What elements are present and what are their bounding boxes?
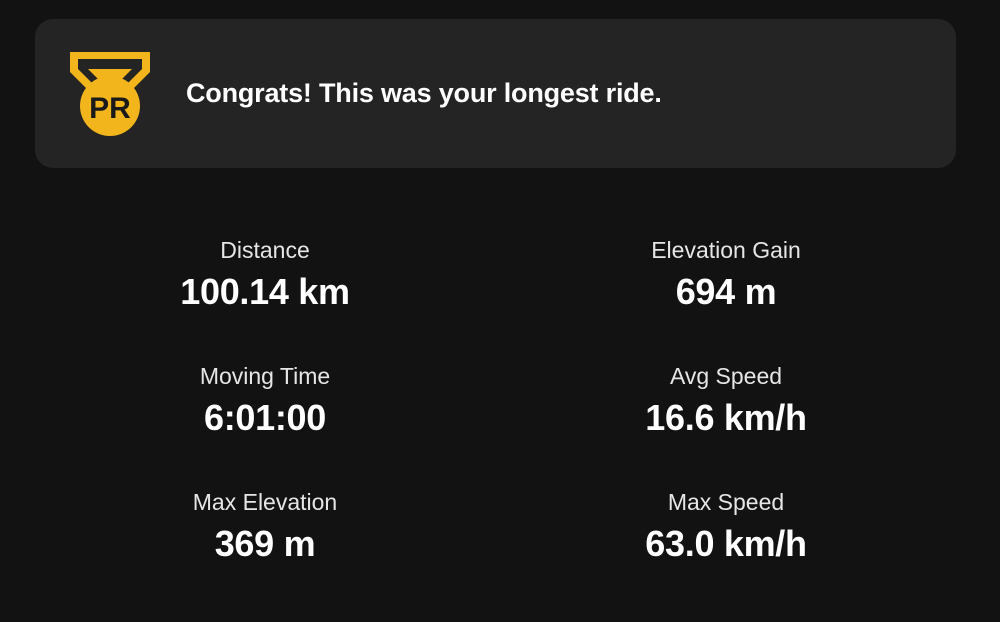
banner-message: Congrats! This was your longest ride. [186, 78, 662, 108]
stat-avg-speed: Avg Speed 16.6 km/h [561, 362, 891, 440]
stat-value: 16.6 km/h [645, 397, 807, 438]
stat-value: 6:01:00 [204, 397, 326, 438]
stat-label: Max Speed [667, 489, 785, 515]
stat-elevation-gain: Elevation Gain 694 m [561, 236, 891, 314]
pr-badge-text: PR [89, 92, 131, 125]
stat-max-speed: Max Speed 63.0 km/h [561, 488, 891, 566]
stat-label: Distance [220, 237, 310, 263]
stat-moving-time: Moving Time 6:01:00 [100, 362, 430, 440]
stat-label: Avg Speed [669, 363, 783, 389]
stat-value: 100.14 km [180, 271, 350, 312]
stat-value: 369 m [214, 523, 316, 564]
pr-medal-icon: PR [70, 52, 150, 136]
stat-label: Moving Time [199, 363, 331, 389]
stat-max-elevation: Max Elevation 369 m [100, 488, 430, 566]
stat-label: Elevation Gain [651, 237, 801, 263]
stat-distance: Distance 100.14 km [100, 236, 430, 314]
stat-label: Max Elevation [192, 489, 338, 515]
stat-value: 63.0 km/h [645, 523, 807, 564]
stat-value: 694 m [675, 271, 777, 312]
